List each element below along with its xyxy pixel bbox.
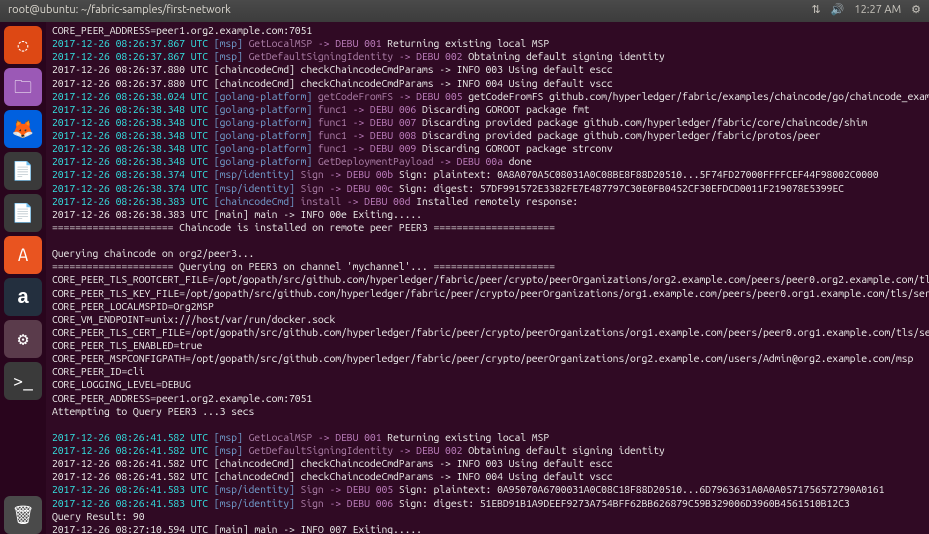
volume-icon[interactable]: 🔊 xyxy=(831,4,845,18)
launcher-libreoffice1-icon[interactable]: 📄 xyxy=(4,152,42,190)
gear-icon[interactable]: ⚙ xyxy=(911,4,921,18)
window-title-bar: root@ubuntu: ~/fabric-samples/first-netw… xyxy=(0,0,929,22)
launcher-amazon-icon[interactable]: a xyxy=(4,278,42,316)
launcher-firefox-icon[interactable]: 🦊 xyxy=(4,110,42,148)
launcher-terminal-icon[interactable]: >_ xyxy=(4,362,42,400)
clock[interactable]: 12:27 AM xyxy=(854,4,901,18)
window-title: root@ubuntu: ~/fabric-samples/first-netw… xyxy=(8,4,811,18)
launcher-libreoffice2-icon[interactable]: 📄 xyxy=(4,194,42,232)
launcher-files-icon[interactable]: 🗀 xyxy=(4,68,42,106)
launcher-dash-icon[interactable]: ◌ xyxy=(4,26,42,64)
network-icon[interactable]: ⇅ xyxy=(811,4,820,18)
launcher-settings-icon[interactable]: ⚙ xyxy=(4,320,42,358)
terminal-output[interactable]: CORE_PEER_ADDRESS=peer1.org2.example.com… xyxy=(46,22,929,534)
launcher-software-icon[interactable]: A xyxy=(4,236,42,274)
launcher-bar: ◌ 🗀 🦊 📄 📄 A a ⚙ >_ 🗑 xyxy=(0,22,46,534)
launcher-trash-icon[interactable]: 🗑 xyxy=(4,496,42,534)
